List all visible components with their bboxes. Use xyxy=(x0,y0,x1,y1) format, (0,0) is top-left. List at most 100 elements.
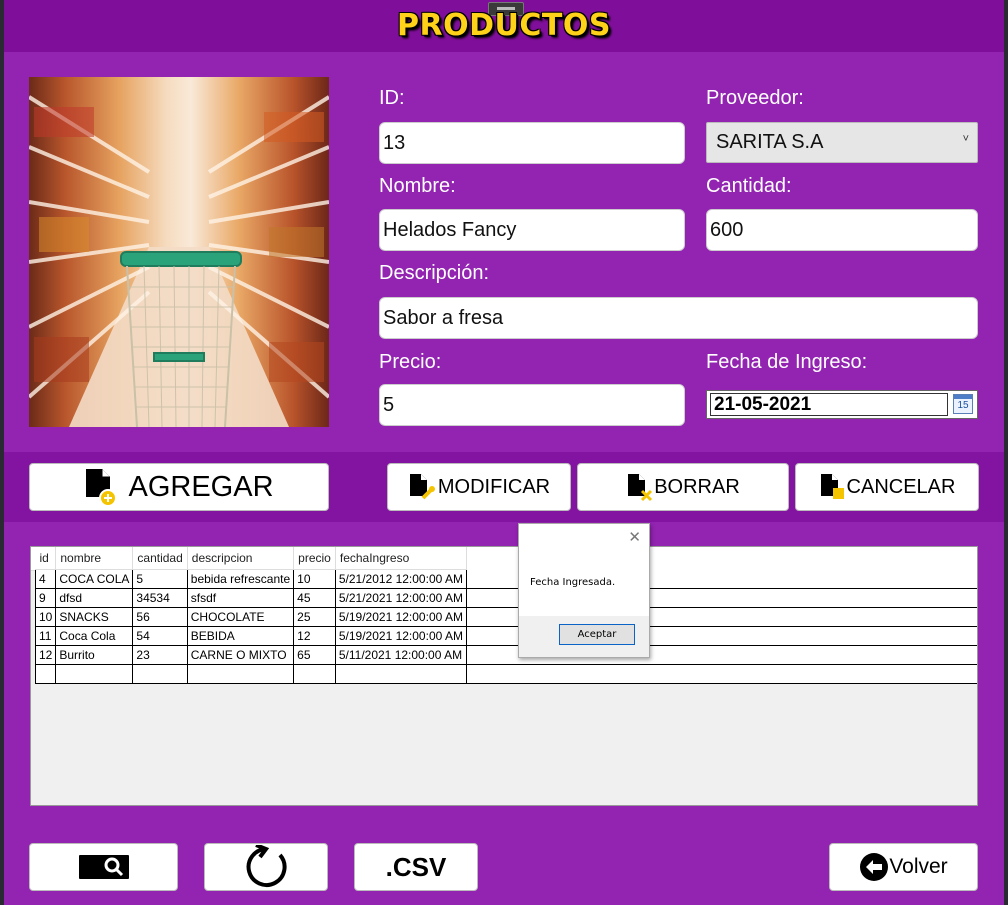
close-icon[interactable]: ✕ xyxy=(628,528,641,546)
fecha-picker[interactable]: 21-05-2021 15 xyxy=(706,390,978,419)
column-header-nombre[interactable]: nombre xyxy=(55,547,134,570)
table-cell[interactable]: 12 xyxy=(293,626,336,646)
precio-label: Precio: xyxy=(379,351,442,373)
table-cell[interactable]: BEBIDA xyxy=(186,626,295,646)
table-cell[interactable]: 5/19/2021 12:00:00 AM xyxy=(334,626,467,646)
table-cell[interactable]: 10 xyxy=(293,569,336,589)
table-row[interactable]: 9 dfsd 34534 sfsdf 45 5/21/2021 12:00:00 AM xyxy=(34,588,467,608)
title-bar: PRODUCTOS xyxy=(4,0,1004,52)
table-row[interactable]: 12 Burrito 23 CARNE O MIXTO 65 5/11/2021 12:0… xyxy=(34,645,467,665)
refresh-button[interactable] xyxy=(204,843,328,891)
borrar-label: BORRAR xyxy=(654,475,740,498)
table-cell[interactable]: 5 xyxy=(132,569,188,589)
document-edit-icon xyxy=(409,474,435,500)
table-cell-empty[interactable] xyxy=(34,664,57,684)
page-title: PRODUCTOS xyxy=(397,8,611,43)
table-cell[interactable]: CHOCOLATE xyxy=(186,607,295,627)
table-row[interactable]: 10 SNACKS 56 CHOCOLATE 25 5/19/2021 12:00:00 … xyxy=(34,607,467,627)
borrar-button[interactable]: BORRAR xyxy=(577,463,789,511)
table-cell[interactable]: Coca Cola xyxy=(55,626,134,646)
column-header-descripcion[interactable]: descripcion xyxy=(187,547,295,570)
message-dialog: ✕ Fecha Ingresada. Aceptar xyxy=(518,523,650,658)
dialog-footer: Aceptar xyxy=(519,616,649,657)
nombre-field[interactable]: Helados Fancy xyxy=(379,209,685,251)
table-cell-empty[interactable] xyxy=(293,664,336,684)
table-cell-empty[interactable] xyxy=(186,664,295,684)
table-cell[interactable]: 4 xyxy=(34,569,57,589)
document-cancel-icon xyxy=(820,474,844,499)
volver-button[interactable]: Volver xyxy=(829,843,978,891)
table-cell[interactable]: 9 xyxy=(34,588,57,608)
table-cell[interactable]: sfsdf xyxy=(186,588,295,608)
table-cell[interactable]: 5/19/2021 12:00:00 AM xyxy=(334,607,467,627)
document-delete-icon xyxy=(628,474,653,502)
chevron-down-icon: ˅ xyxy=(962,133,969,145)
table-cell[interactable]: 65 xyxy=(293,645,336,665)
table-cell[interactable]: COCA COLA xyxy=(55,569,134,589)
table-cell-empty[interactable] xyxy=(334,664,467,684)
table-cell[interactable]: SNACKS xyxy=(55,607,134,627)
table-cell[interactable]: CARNE O MIXTO xyxy=(186,645,295,665)
fecha-label: Fecha de Ingreso: xyxy=(706,351,868,373)
table-cell-empty[interactable] xyxy=(55,664,134,684)
search-icon xyxy=(78,855,129,879)
volver-label: Volver xyxy=(889,855,948,878)
modificar-button[interactable]: MODIFICAR xyxy=(387,463,571,511)
refresh-icon xyxy=(246,845,287,887)
table-cell[interactable]: 23 xyxy=(132,645,188,665)
agregar-button[interactable]: AGREGAR xyxy=(29,463,329,511)
id-label: ID: xyxy=(379,87,405,109)
productos-grid[interactable]: id nombre cantidad descripcion precio fechaIn… xyxy=(34,547,467,684)
column-header-fechaingreso[interactable]: fechaIngreso xyxy=(335,547,467,570)
table-header-row: id nombre cantidad descripcion precio fechaIn… xyxy=(35,547,467,570)
agregar-label: AGREGAR xyxy=(128,470,274,503)
column-header-id[interactable]: id xyxy=(35,547,57,570)
cantidad-label: Cantidad: xyxy=(706,175,792,197)
table-cell[interactable]: bebida refrescante xyxy=(186,569,295,589)
id-field[interactable]: 13 xyxy=(379,122,685,164)
table-cell[interactable]: 34534 xyxy=(132,588,188,608)
row-extension xyxy=(467,665,977,684)
productos-window: PRODUCTOS ID: 13 Proveedor: SARITA S.A ˅… xyxy=(4,0,1004,905)
precio-field[interactable]: 5 xyxy=(379,384,685,426)
supermarket-photo xyxy=(29,77,329,427)
table-cell-empty[interactable] xyxy=(132,664,188,684)
table-cell[interactable]: Burrito xyxy=(55,645,134,665)
nombre-label: Nombre: xyxy=(379,175,456,197)
fecha-value[interactable]: 21-05-2021 xyxy=(710,393,948,416)
table-cell[interactable]: 5/21/2021 12:00:00 AM xyxy=(334,588,467,608)
table-row[interactable]: 4 COCA COLA 5 bebida refrescante 10 5/21/2012… xyxy=(34,569,467,589)
table-cell[interactable]: 25 xyxy=(293,607,336,627)
search-button[interactable] xyxy=(29,843,178,891)
column-header-cantidad[interactable]: cantidad xyxy=(132,547,188,570)
aceptar-button[interactable]: Aceptar xyxy=(559,624,635,645)
document-add-icon xyxy=(86,469,118,507)
table-cell[interactable]: 45 xyxy=(293,588,336,608)
dialog-message: Fecha Ingresada. xyxy=(530,577,616,588)
column-header-precio[interactable]: precio xyxy=(293,547,336,570)
descripcion-field[interactable]: Sabor a fresa xyxy=(379,297,978,339)
new-row[interactable] xyxy=(34,664,467,684)
table-cell[interactable]: 10 xyxy=(34,607,57,627)
csv-button[interactable]: .CSV xyxy=(354,843,478,891)
table-cell[interactable]: 5/21/2012 12:00:00 AM xyxy=(334,569,467,589)
table-cell[interactable]: 54 xyxy=(132,626,188,646)
table-cell[interactable]: 12 xyxy=(34,645,57,665)
table-row[interactable]: 11 Coca Cola 54 BEBIDA 12 5/19/2021 12:00:00 … xyxy=(34,626,467,646)
table-cell[interactable]: 11 xyxy=(34,626,57,646)
table-cell[interactable]: 56 xyxy=(132,607,188,627)
table-cell[interactable]: 5/11/2021 12:00:00 AM xyxy=(334,645,467,665)
table-cell[interactable]: dfsd xyxy=(55,588,134,608)
proveedor-label: Proveedor: xyxy=(706,87,804,109)
modificar-label: MODIFICAR xyxy=(437,475,551,498)
back-arrow-icon xyxy=(860,853,889,881)
descripcion-label: Descripción: xyxy=(379,262,490,284)
calendar-icon[interactable]: 15 xyxy=(953,394,973,414)
cancelar-button[interactable]: CANCELAR xyxy=(795,463,979,511)
proveedor-value: SARITA S.A xyxy=(716,131,824,153)
proveedor-select[interactable]: SARITA S.A ˅ xyxy=(706,122,978,163)
cancelar-label: CANCELAR xyxy=(846,475,956,498)
cantidad-field[interactable]: 600 xyxy=(706,209,978,251)
productos-table[interactable]: id nombre cantidad descripcion precio fechaIn… xyxy=(30,546,978,806)
csv-label: .CSV xyxy=(385,851,447,882)
